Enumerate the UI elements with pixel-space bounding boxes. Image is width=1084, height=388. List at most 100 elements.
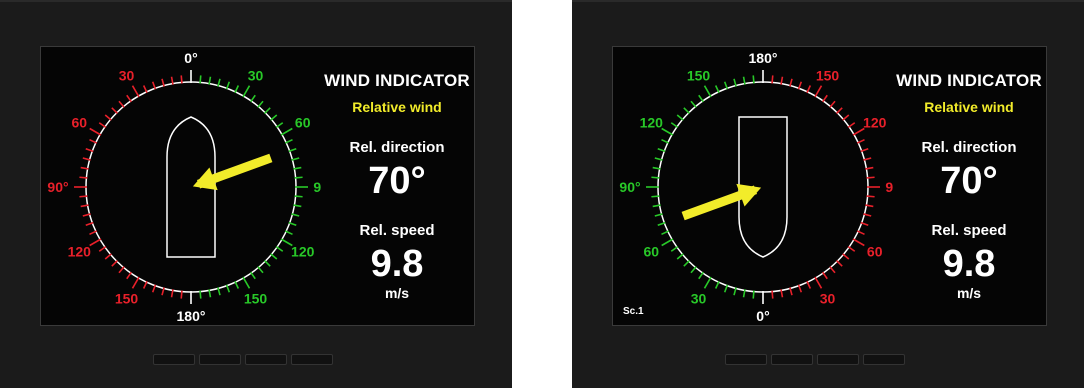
dial-label-port-30: 30: [820, 291, 836, 307]
dial-label-stbd-150: 150: [244, 291, 268, 307]
dial-label-port-90: 90°: [885, 179, 893, 195]
dial-tick: [771, 75, 774, 84]
softkey-1[interactable]: [725, 354, 767, 365]
dial-tick: [131, 85, 140, 98]
dial-tick: [104, 114, 112, 121]
display-unit-left: 0° 180° 90° 90° 30 30 60 60 120 120 150 150 WIND IN…: [0, 0, 512, 388]
dial-label-port-60: 60: [867, 244, 883, 260]
dial-label-port-150: 150: [816, 67, 840, 83]
dial-tick: [89, 127, 102, 136]
dial-tick: [199, 75, 202, 84]
dial-tick: [118, 266, 125, 274]
dial-tick: [270, 114, 278, 121]
dial-tick: [752, 290, 755, 299]
dial-tick: [703, 276, 712, 289]
dial-tick: [683, 107, 691, 115]
softkey-2[interactable]: [199, 354, 241, 365]
dial-tick: [866, 176, 875, 179]
mode-subtitle: Relative wind: [352, 99, 442, 115]
dial-tick: [275, 122, 284, 129]
speed-value: 9.8: [942, 243, 996, 285]
display-unit-right: 180° 0° 90° 90° 30 30 60 60 120 120 150 150 WIND IN…: [572, 0, 1084, 388]
direction-label: Rel. direction: [349, 139, 445, 156]
dial-tick: [842, 253, 850, 260]
page-title: WIND INDICATOR: [324, 71, 470, 90]
dial-tick: [661, 238, 674, 247]
dial-label-stbd-60: 60: [643, 244, 659, 260]
dial-label-port-120: 120: [863, 115, 887, 131]
dial-label-stbd-120: 120: [640, 115, 664, 131]
dial-label-port-30: 30: [119, 67, 135, 83]
dial-label-stbd-90: 90°: [313, 179, 321, 195]
dial-tick: [263, 107, 271, 115]
speed-unit: m/s: [956, 285, 982, 301]
dial-tick: [771, 290, 774, 299]
direction-label: Rel. direction: [921, 139, 1017, 156]
page-title: WIND INDICATOR: [896, 71, 1042, 90]
dial-tick: [821, 271, 828, 280]
dial-tick: [270, 253, 278, 260]
dial-tick: [126, 94, 133, 103]
dial-tick: [89, 238, 102, 247]
dial-tick: [676, 114, 684, 121]
dial-tick: [829, 266, 836, 274]
dial-tick: [249, 94, 256, 103]
dial-tick: [835, 259, 843, 267]
softkey-3[interactable]: [245, 354, 287, 365]
dial-label-stbd-30: 30: [691, 291, 707, 307]
dial-tick: [698, 271, 705, 280]
dial-ring: [85, 81, 297, 293]
screen-left: 0° 180° 90° 90° 30 30 60 60 120 120 150 150 WIND IN…: [40, 46, 475, 326]
softkey-4[interactable]: [291, 354, 333, 365]
dial-tick: [814, 276, 823, 289]
dial-label-top: 0°: [184, 50, 197, 66]
dial-tick: [79, 176, 88, 179]
direction-value: 70°: [940, 160, 998, 202]
dial-label-stbd-120: 120: [291, 244, 315, 260]
dial-label-top: 180°: [749, 50, 778, 66]
softkey-4[interactable]: [863, 354, 905, 365]
dial-tick: [118, 100, 125, 108]
dial-tick: [842, 114, 850, 121]
dial-label-stbd-30: 30: [248, 67, 264, 83]
dial-tick: [690, 100, 697, 108]
screen-right: 180° 0° 90° 90° 30 30 60 60 120 120 150 150 WIND IN…: [612, 46, 1047, 326]
dial-tick: [847, 122, 856, 129]
dial-tick: [111, 107, 119, 115]
softkey-3[interactable]: [817, 354, 859, 365]
dial-tick: [263, 259, 271, 267]
wind-dial-left: 0° 180° 90° 90° 30 30 60 60 120 120 150 150: [47, 50, 321, 324]
softkey-bar-right: [725, 354, 905, 366]
dial-label-bottom: 180°: [177, 308, 206, 324]
dial-tick: [683, 259, 691, 267]
dial-tick: [249, 271, 256, 280]
dial-tick: [242, 276, 251, 289]
softkey-2[interactable]: [771, 354, 813, 365]
dial-tick: [703, 85, 712, 98]
dial-tick: [294, 195, 303, 198]
dial-tick: [257, 266, 264, 274]
dial-tick: [242, 85, 251, 98]
softkey-bar-left: [153, 354, 333, 366]
dial-tick: [79, 195, 88, 198]
dial-tick: [651, 176, 660, 179]
dial-tick: [835, 107, 843, 115]
scene-label: Sc.1: [623, 306, 644, 317]
dial-tick: [821, 94, 828, 103]
dial-tick: [180, 290, 183, 299]
dial-label-port-120: 120: [68, 244, 92, 260]
wind-dial-right: 180° 0° 90° 90° 30 30 60 60 120 120 150 150: [619, 50, 893, 324]
dial-ring: [657, 81, 869, 293]
dial-tick: [111, 259, 119, 267]
dial-tick: [670, 245, 679, 252]
dial-label-port-150: 150: [115, 291, 139, 307]
dial-label-bottom: 0°: [756, 308, 769, 324]
dial-tick: [866, 195, 875, 198]
softkey-1[interactable]: [153, 354, 195, 365]
direction-value: 70°: [368, 160, 426, 202]
dial-tick: [661, 127, 674, 136]
dial-tick: [280, 127, 293, 136]
dial-tick: [829, 100, 836, 108]
dial-tick: [98, 122, 107, 129]
dial-tick: [275, 245, 284, 252]
